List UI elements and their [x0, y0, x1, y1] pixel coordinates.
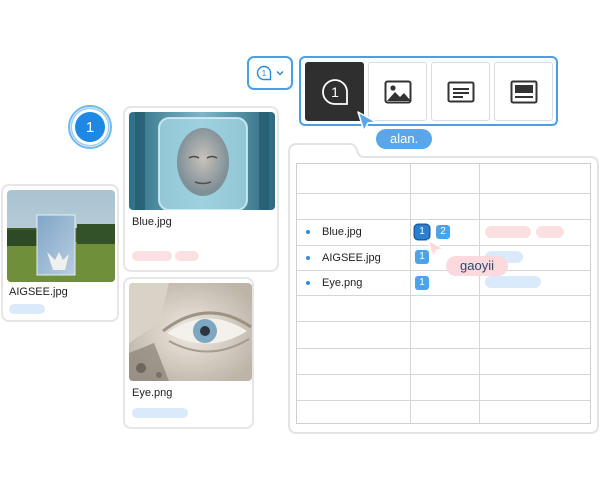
caption-layout-icon [510, 80, 537, 103]
svg-text:1: 1 [262, 69, 267, 78]
image-card-blue[interactable]: Blue.jpg [123, 106, 279, 272]
card-thumbnail [7, 190, 115, 282]
badge-number: 1 [75, 112, 105, 142]
number-one-bubble-icon: 1 [321, 78, 348, 105]
insert-toolbar: 1 [299, 56, 558, 126]
cursor-pointer-icon [427, 239, 445, 258]
tag-pill [9, 304, 45, 314]
tag-pill [175, 251, 199, 261]
tag-pill [536, 226, 564, 238]
table-row-name: AIGSEE.jpg [322, 252, 381, 264]
tag-pill [485, 226, 531, 238]
card-caption: Blue.jpg [132, 216, 172, 228]
bullet-dot [306, 230, 310, 234]
bullet-dot [306, 256, 310, 260]
tag-pill [485, 276, 541, 288]
tag-pill [132, 251, 172, 261]
card-caption: Eye.png [132, 387, 173, 399]
svg-text:1: 1 [331, 84, 339, 100]
table-row-name: Eye.png [322, 277, 363, 289]
card-caption: AIGSEE.jpg [9, 286, 68, 298]
text-block-button[interactable] [431, 62, 490, 121]
table-row-name: Blue.jpg [322, 226, 362, 238]
bullet-dot [306, 281, 310, 285]
collaborator-tag-gaoyii: gaoyii [446, 256, 508, 276]
number-marker[interactable]: 1 [415, 225, 429, 239]
number-marker[interactable]: 2 [436, 225, 450, 239]
card-thumbnail [129, 112, 275, 210]
image-card-aigsee[interactable]: AIGSEE.jpg [1, 184, 119, 322]
image-card-eye[interactable]: Eye.png [123, 277, 254, 429]
number-marker[interactable]: 1 [415, 276, 429, 290]
text-document-icon [447, 81, 474, 102]
card-thumbnail [129, 283, 252, 381]
chevron-down-icon [276, 71, 284, 76]
number-one-bubble-icon: 1 [256, 65, 272, 81]
tag-pill [132, 408, 188, 418]
cursor-pointer-icon [357, 111, 377, 132]
image-icon [384, 80, 411, 103]
number-marker-badge[interactable]: 1 [68, 105, 112, 149]
mapping-table [296, 163, 591, 424]
number-style-dropdown[interactable]: 1 [247, 56, 293, 90]
caption-layout-button[interactable] [494, 62, 553, 121]
